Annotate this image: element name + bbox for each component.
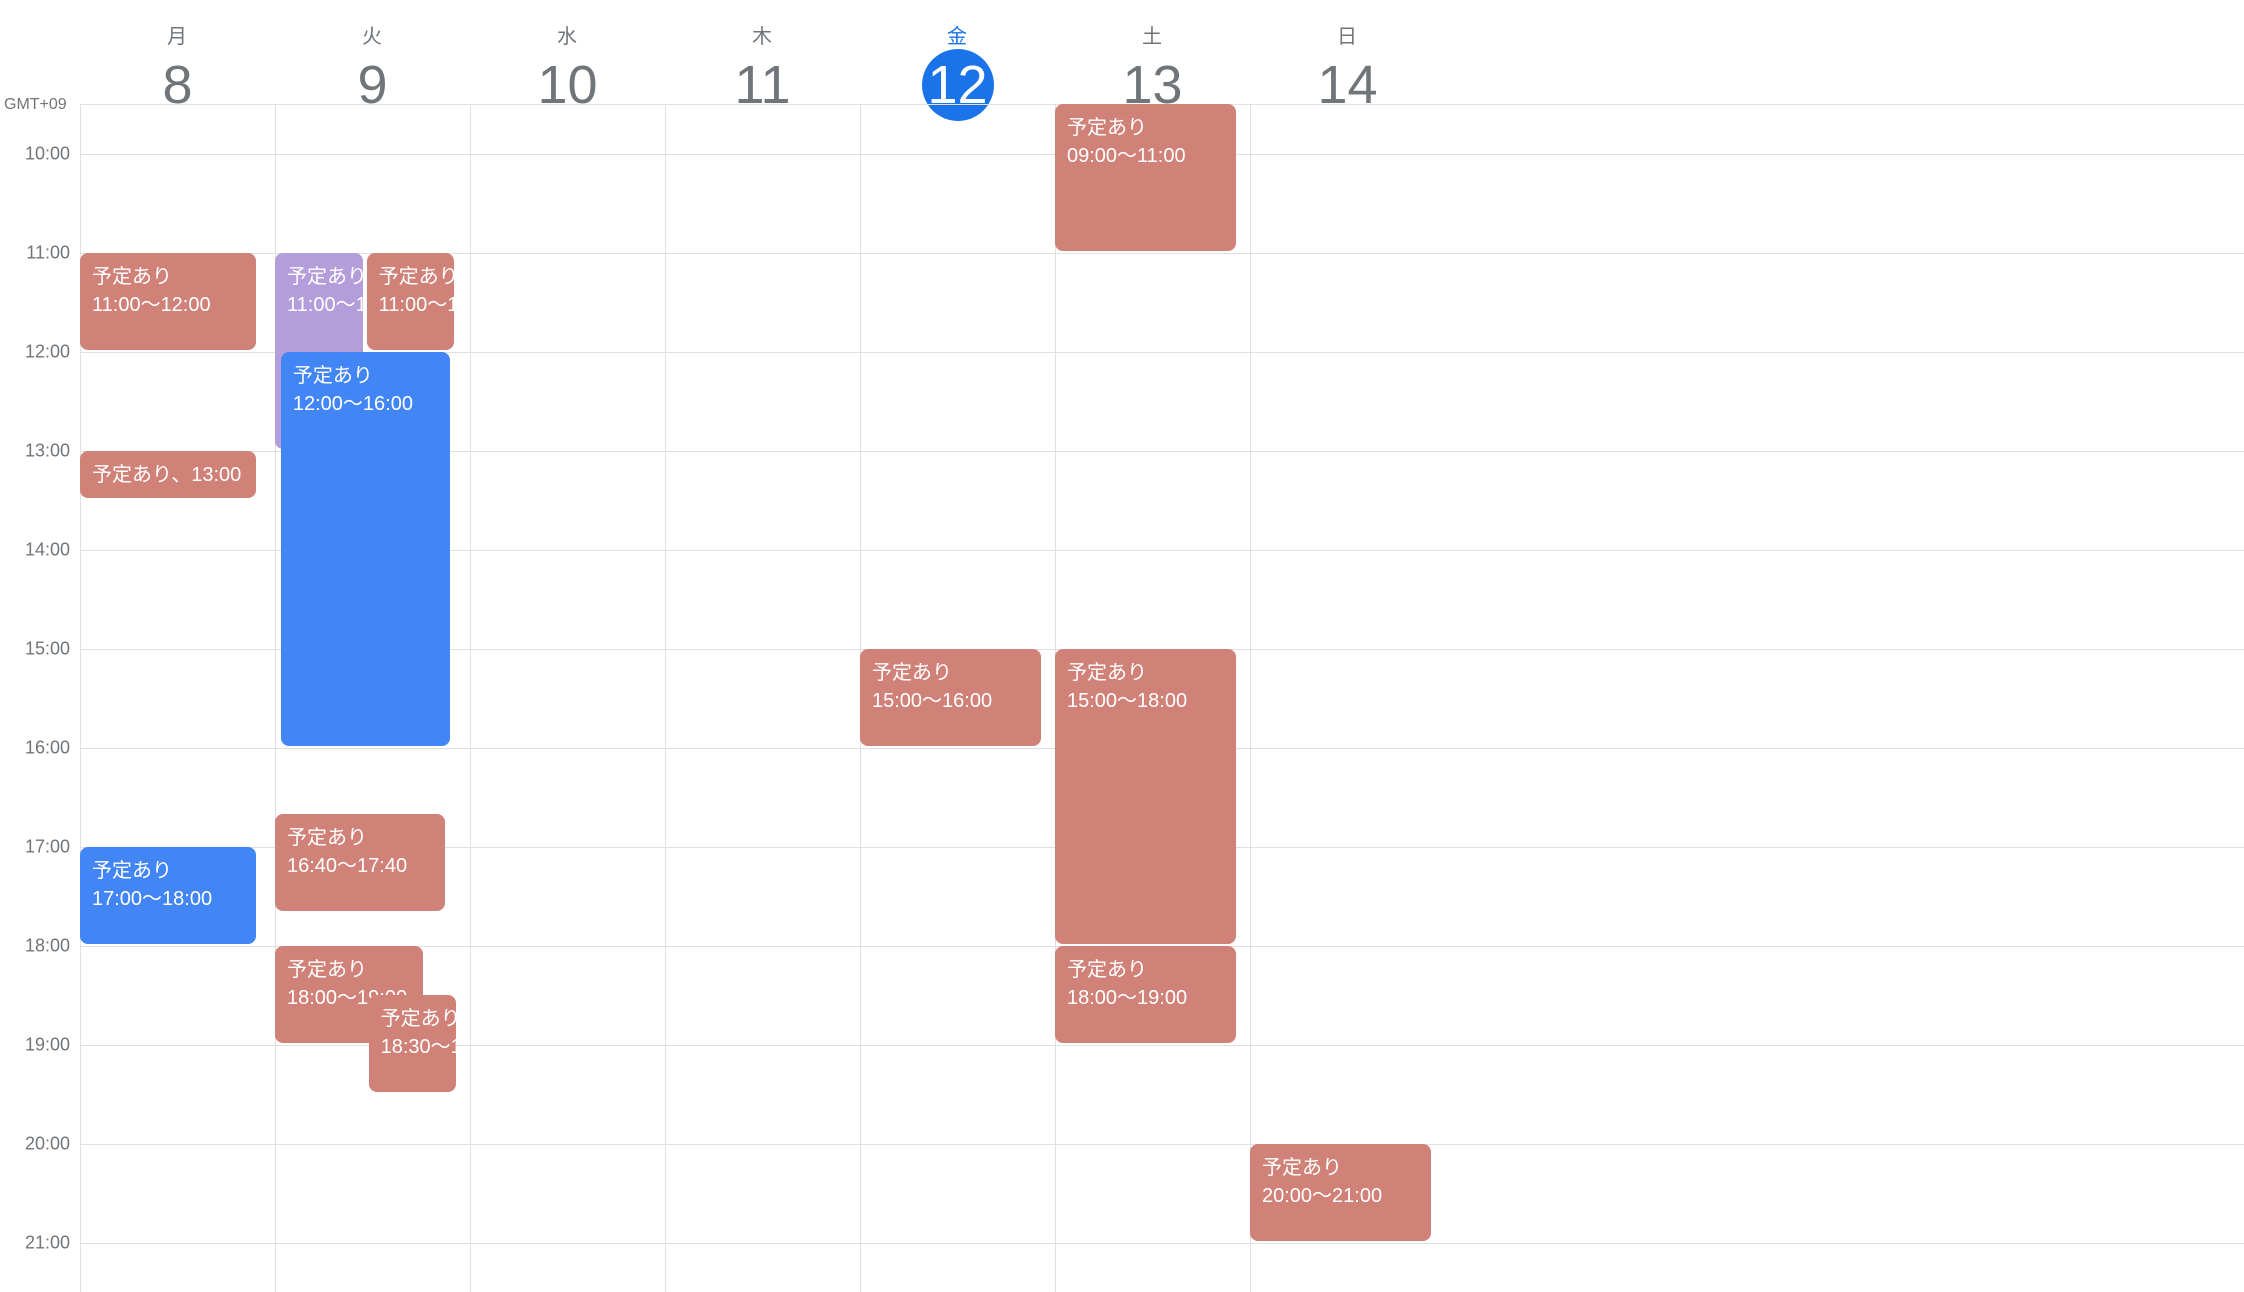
day-header[interactable]: 日14 — [1250, 0, 1445, 104]
calendar-event[interactable]: 予定あり20:00～21:00 — [1250, 1144, 1431, 1241]
event-time: 18:30～19:30 — [381, 1033, 445, 1061]
day-header[interactable]: 月8 — [80, 0, 275, 104]
day-column[interactable] — [470, 104, 665, 1292]
time-label: 12:00 — [25, 341, 70, 362]
time-label: 10:00 — [25, 143, 70, 164]
day-column[interactable] — [665, 104, 860, 1292]
event-title: 予定あり — [872, 659, 1029, 687]
day-column[interactable]: 予定あり09:00～11:00予定あり15:00～18:00予定あり18:00～… — [1055, 104, 1250, 1292]
time-label: 11:00 — [26, 242, 70, 263]
calendar-event[interactable]: 予定あり17:00～18:00 — [80, 847, 256, 944]
time-label: 20:00 — [25, 1133, 70, 1154]
event-time: 12:00～16:00 — [293, 390, 439, 418]
time-label: 17:00 — [25, 836, 70, 857]
day-of-week-label: 金 — [860, 20, 1055, 49]
day-of-week-label: 水 — [470, 20, 665, 49]
event-time: 20:00～21:00 — [1262, 1182, 1419, 1210]
calendar-event[interactable]: 予定あり15:00～16:00 — [860, 649, 1041, 746]
event-title: 予定あり — [379, 263, 443, 291]
time-gutter: 10:00 11:00 12:00 13:00 14:00 15:00 16:00 17:00… — [0, 104, 80, 1292]
event-time: 11:00～13:00 — [287, 291, 351, 319]
time-label: 13:00 — [25, 440, 70, 461]
event-title: 予定あり — [287, 956, 411, 984]
day-of-week-label: 土 — [1055, 20, 1250, 49]
timezone-gutter: GMT+09 — [0, 0, 80, 104]
calendar-event[interactable]: 予定あり12:00～16:00 — [281, 352, 451, 746]
event-title: 予定あり — [1067, 114, 1224, 142]
event-time: 16:40～17:40 — [287, 852, 433, 880]
time-label: 16:00 — [25, 737, 70, 758]
day-column[interactable]: 予定あり11:00～12:00予定あり、13:00予定あり17:00～18:00 — [80, 104, 275, 1292]
calendar-event[interactable]: 予定あり18:00～19:00 — [1055, 946, 1236, 1043]
time-label: 14:00 — [25, 539, 70, 560]
event-title: 予定あり — [287, 824, 433, 852]
day-column[interactable]: 予定あり20:00～21:00 — [1250, 104, 1445, 1292]
day-of-week-label: 日 — [1250, 20, 1445, 49]
calendar-event[interactable]: 予定あり18:30～19:30 — [369, 995, 457, 1092]
time-label: 21:00 — [25, 1232, 70, 1253]
event-title: 予定あり — [1262, 1154, 1419, 1182]
calendar-event[interactable]: 予定あり16:40～17:40 — [275, 814, 445, 911]
day-column[interactable]: 予定あり15:00～16:00 — [860, 104, 1055, 1292]
calendar-event[interactable]: 予定あり15:00～18:00 — [1055, 649, 1236, 944]
event-time: 15:00～16:00 — [872, 687, 1029, 715]
time-label: 19:00 — [25, 1034, 70, 1055]
calendar-week-view: GMT+09 月8火9水10木11金12土13日14 10:00 11:00 12:… — [0, 0, 2244, 1292]
event-time: 18:00～19:00 — [1067, 984, 1224, 1012]
time-label: 15:00 — [25, 638, 70, 659]
event-title: 予定あり — [287, 263, 351, 291]
event-title: 予定あり — [1067, 956, 1224, 984]
event-time: 11:00～12:00 — [92, 291, 244, 319]
day-header[interactable]: 木11 — [665, 0, 860, 104]
calendar-event[interactable]: 予定あり、13:00 — [80, 451, 256, 499]
event-time: 17:00～18:00 — [92, 885, 244, 913]
day-header[interactable]: 火9 — [275, 0, 470, 104]
event-time: 11:00～12:00 — [379, 291, 443, 319]
calendar-grid[interactable]: 10:00 11:00 12:00 13:00 14:00 15:00 16:00 17:00… — [0, 104, 2244, 1292]
event-time: 15:00～18:00 — [1067, 687, 1224, 715]
day-header[interactable]: 土13 — [1055, 0, 1250, 104]
day-columns: 予定あり11:00～12:00予定あり、13:00予定あり17:00～18:00… — [80, 104, 2244, 1292]
event-title: 予定あり — [381, 1005, 445, 1033]
day-header[interactable]: 水10 — [470, 0, 665, 104]
calendar-header: GMT+09 月8火9水10木11金12土13日14 — [0, 0, 2244, 104]
day-column[interactable]: 予定あり11:00～13:00予定あり11:00～12:00予定あり12:00～… — [275, 104, 470, 1292]
day-of-week-label: 木 — [665, 20, 860, 49]
calendar-event[interactable]: 予定あり11:00～12:00 — [80, 253, 256, 350]
calendar-event[interactable]: 予定あり09:00～11:00 — [1055, 104, 1236, 251]
day-header[interactable]: 金12 — [860, 0, 1055, 104]
event-title: 予定あり — [293, 362, 439, 390]
event-title: 予定あり — [92, 857, 244, 885]
time-label: 18:00 — [25, 935, 70, 956]
event-time: 09:00～11:00 — [1067, 142, 1224, 170]
calendar-event[interactable]: 予定あり11:00～12:00 — [367, 253, 455, 350]
event-title: 予定あり — [1067, 659, 1224, 687]
day-of-week-label: 月 — [80, 20, 275, 49]
event-title: 予定あり、13:00 — [92, 461, 244, 489]
day-of-week-label: 火 — [275, 20, 470, 49]
event-title: 予定あり — [92, 263, 244, 291]
